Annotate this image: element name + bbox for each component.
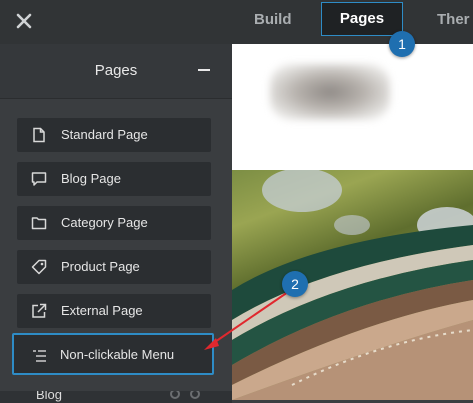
header-photo	[232, 170, 473, 400]
awning-image	[232, 170, 473, 400]
tab-pages[interactable]: Pages	[321, 2, 403, 36]
blog-page-button[interactable]: Blog Page	[17, 162, 211, 196]
minus-icon[interactable]	[198, 69, 210, 71]
standard-page-button[interactable]: Standard Page	[17, 118, 211, 152]
category-page-button[interactable]: Category Page	[17, 206, 211, 240]
category-page-label: Category Page	[61, 215, 148, 230]
non-clickable-menu-label: Non-clickable Menu	[60, 347, 175, 362]
settings-icon[interactable]	[170, 391, 180, 399]
visibility-icon[interactable]	[190, 391, 200, 399]
document-icon	[33, 127, 45, 143]
external-link-icon	[32, 303, 47, 318]
external-page-label: External Page	[61, 303, 143, 318]
site-preview	[232, 44, 473, 400]
page-list-item-blog[interactable]: Blog	[0, 391, 232, 403]
callout-badge-2: 2	[282, 271, 308, 297]
tag-icon	[31, 259, 47, 275]
panel-header: Pages	[0, 44, 232, 99]
product-page-label: Product Page	[61, 259, 140, 274]
folder-icon	[31, 217, 47, 230]
close-icon[interactable]	[13, 10, 35, 32]
menu-list-icon	[33, 350, 46, 362]
page-list-item-label: Blog	[36, 391, 63, 402]
pages-panel: Pages Standard Page Blog Page Category P…	[0, 44, 232, 403]
tab-theme[interactable]: Ther	[437, 0, 470, 44]
external-page-button[interactable]: External Page	[17, 294, 211, 328]
non-clickable-menu-button[interactable]: Non-clickable Menu	[12, 333, 214, 375]
blog-page-label: Blog Page	[61, 171, 121, 186]
product-page-button[interactable]: Product Page	[17, 250, 211, 284]
standard-page-label: Standard Page	[61, 127, 148, 142]
tab-build[interactable]: Build	[254, 0, 292, 44]
blurred-logo	[270, 64, 390, 120]
speech-bubble-icon	[31, 172, 47, 186]
callout-badge-1: 1	[389, 31, 415, 57]
